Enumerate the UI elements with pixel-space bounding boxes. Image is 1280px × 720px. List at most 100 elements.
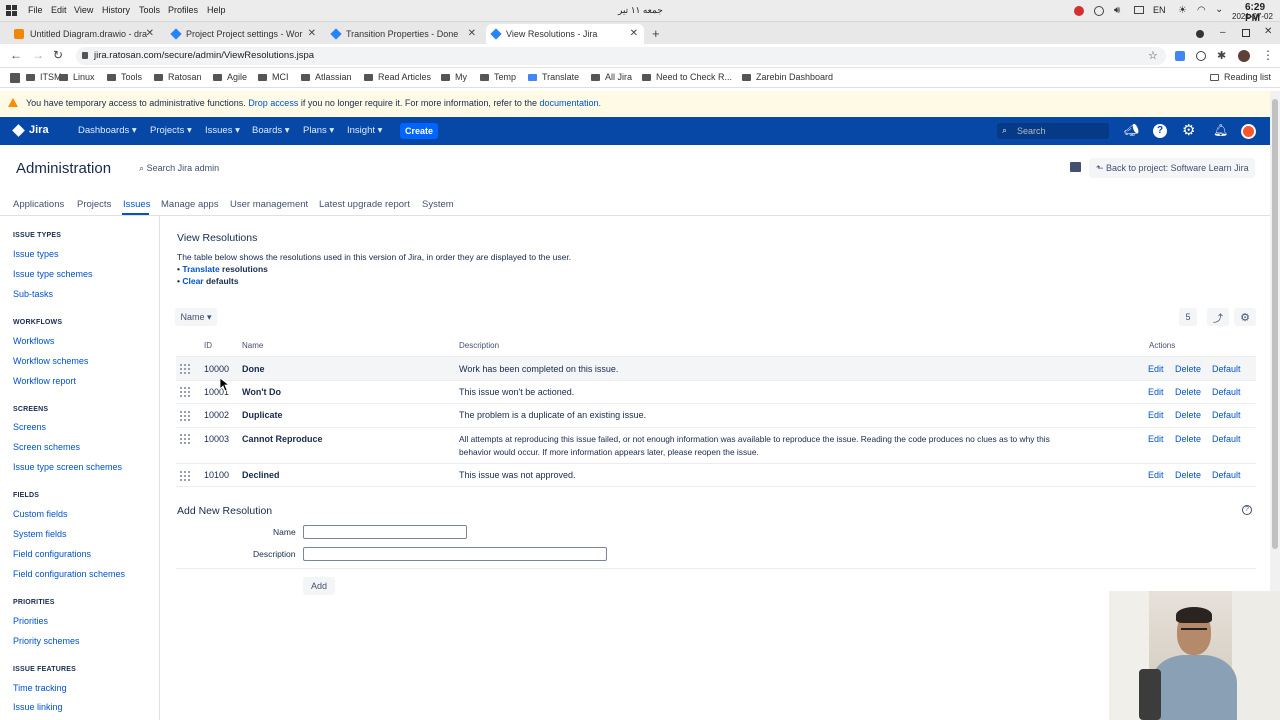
tab-manage-apps[interactable]: Manage apps [161,199,219,210]
delete-link[interactable]: Delete [1175,470,1201,480]
sidebar-item-workflows[interactable]: Workflows [13,336,54,346]
documentation-link[interactable]: documentation. [539,98,601,108]
bookmark-my[interactable]: My [441,72,467,82]
delete-link[interactable]: Delete [1175,387,1201,397]
bell-icon[interactable]: 🔔︎ [1213,123,1228,137]
description-field[interactable] [303,547,607,561]
sidebar-item-issue-type-screen-schemes[interactable]: Issue type screen schemes [13,462,122,472]
tab-applications[interactable]: Applications [13,199,64,210]
search-jira-admin[interactable]: ⌕ Search Jira admin [139,163,219,174]
bookmark-atlassian[interactable]: Atlassian [301,72,352,82]
close-window-icon[interactable]: ✕ [1264,26,1272,37]
bookmark-mci[interactable]: MCI [258,72,289,82]
create-button[interactable]: Create [400,123,438,139]
nav-insight[interactable]: Insight ▾ [347,125,382,136]
sidebar-item-issue-types[interactable]: Issue types [13,249,59,259]
sidebar-item-issue-linking[interactable]: Issue linking [13,702,63,712]
os-menu-profiles[interactable]: Profiles [168,5,198,15]
reload-icon[interactable]: ↻ [53,48,63,62]
default-link[interactable]: Default [1212,470,1241,480]
drop-access-link[interactable]: Drop access [248,98,298,108]
help-icon[interactable]: ? [1242,505,1252,515]
bookmark-all-jira[interactable]: All Jira [591,72,632,82]
back-icon[interactable]: ← [10,48,22,62]
sidebar-item-screens[interactable]: Screens [13,422,46,432]
apps-grid-icon[interactable] [6,5,17,16]
browser-tab[interactable]: Untitled Diagram.drawio - dra ✕ [8,24,160,44]
back-to-project-button[interactable]: ⬑ Back to project: Software Learn Jira [1089,158,1255,178]
browser-tab-active[interactable]: View Resolutions - Jira ✕ [486,24,644,44]
default-link[interactable]: Default [1212,410,1241,420]
close-tab-icon[interactable]: ✕ [146,28,154,39]
translate-ext-icon[interactable] [1175,51,1185,61]
browser-tab[interactable]: Transition Properties - Done ✕ [326,24,482,44]
bookmark-need-to-check[interactable]: Need to Check R... [642,72,732,82]
default-link[interactable]: Default [1212,387,1241,397]
tab-latest-upgrade-report[interactable]: Latest upgrade report [319,199,410,210]
os-menu-view[interactable]: View [74,5,93,15]
nav-dashboards[interactable]: Dashboards ▾ [78,125,137,136]
drag-handle-icon[interactable] [180,411,190,421]
nav-projects[interactable]: Projects ▾ [150,125,192,136]
sidebar-item-screen-schemes[interactable]: Screen schemes [13,442,80,452]
share-icon[interactable]: ⤴ [1207,308,1229,326]
bookmark-translate[interactable]: Translate [528,72,579,82]
gear-icon[interactable]: ⚙ [1182,121,1195,139]
os-menu-file[interactable]: File [28,5,43,15]
sidebar-item-priority-schemes[interactable]: Priority schemes [13,636,80,646]
bookmark-linux[interactable]: Linux [59,72,95,82]
bookmark-zarebin-dashboard[interactable]: Zarebin Dashboard [742,72,833,82]
os-menu-edit[interactable]: Edit [51,5,67,15]
avatar[interactable] [1238,50,1250,62]
drag-handle-icon[interactable] [180,364,190,374]
os-menu-help[interactable]: Help [207,5,226,15]
tab-projects[interactable]: Projects [77,199,111,210]
edit-link[interactable]: Edit [1148,364,1164,374]
add-button[interactable]: Add [303,577,335,595]
url-field[interactable]: jira.ratosan.com/secure/admin/ViewResolu… [76,47,1166,65]
delete-link[interactable]: Delete [1175,434,1201,444]
name-field[interactable] [303,525,467,539]
chevron-down-icon[interactable]: ⌄ [1215,4,1223,15]
sidebar-item-sub-tasks[interactable]: Sub-tasks [13,289,53,299]
nav-boards[interactable]: Boards ▾ [252,125,290,136]
close-tab-icon[interactable]: ✕ [308,28,316,39]
profile-dot-icon[interactable] [1196,30,1204,38]
restore-icon[interactable] [1242,29,1250,37]
feedback-icon[interactable] [1070,162,1081,172]
sidebar-item-system-fields[interactable]: System fields [13,529,67,539]
close-tab-icon[interactable]: ✕ [468,28,476,39]
sidebar-item-time-tracking[interactable]: Time tracking [13,683,67,693]
jira-logo[interactable]: Jira [12,123,49,137]
delete-link[interactable]: Delete [1175,410,1201,420]
os-menu-history[interactable]: History [102,5,130,15]
bookmark-temp[interactable]: Temp [480,72,516,82]
star-icon[interactable]: ☆ [1148,49,1158,62]
default-link[interactable]: Default [1212,434,1241,444]
more-vert-icon[interactable]: ⋮ [1262,48,1274,62]
bookmark-tools[interactable]: Tools [107,72,142,82]
browser-tab[interactable]: Project Project settings - Wor ✕ [166,24,322,44]
clear-link[interactable]: Clear [182,276,203,286]
minimize-icon[interactable]: – [1220,27,1226,38]
sidebar-item-issue-type-schemes[interactable]: Issue type schemes [13,269,93,279]
gear-icon[interactable]: ⚙ [1234,308,1256,326]
bookmark-ratosan[interactable]: Ratosan [154,72,202,82]
forward-icon[interactable]: → [32,48,44,62]
tab-user-management[interactable]: User management [230,199,308,210]
apps-icon[interactable] [10,73,20,83]
os-menu-tools[interactable]: Tools [139,5,160,15]
nav-issues[interactable]: Issues ▾ [205,125,240,136]
edit-link[interactable]: Edit [1148,470,1164,480]
delete-link[interactable]: Delete [1175,364,1201,374]
scrollbar-thumb[interactable] [1272,99,1278,549]
drag-handle-icon[interactable] [180,387,190,397]
drag-handle-icon[interactable] [180,434,190,444]
tab-system[interactable]: System [422,199,454,210]
help-icon[interactable]: ? [1153,124,1167,138]
os-lang[interactable]: EN [1153,5,1166,15]
bookmark-agile[interactable]: Agile [213,72,247,82]
new-tab-icon[interactable]: + [652,26,660,41]
extension-icon[interactable] [1196,51,1206,61]
sidebar-item-priorities[interactable]: Priorities [13,616,48,626]
